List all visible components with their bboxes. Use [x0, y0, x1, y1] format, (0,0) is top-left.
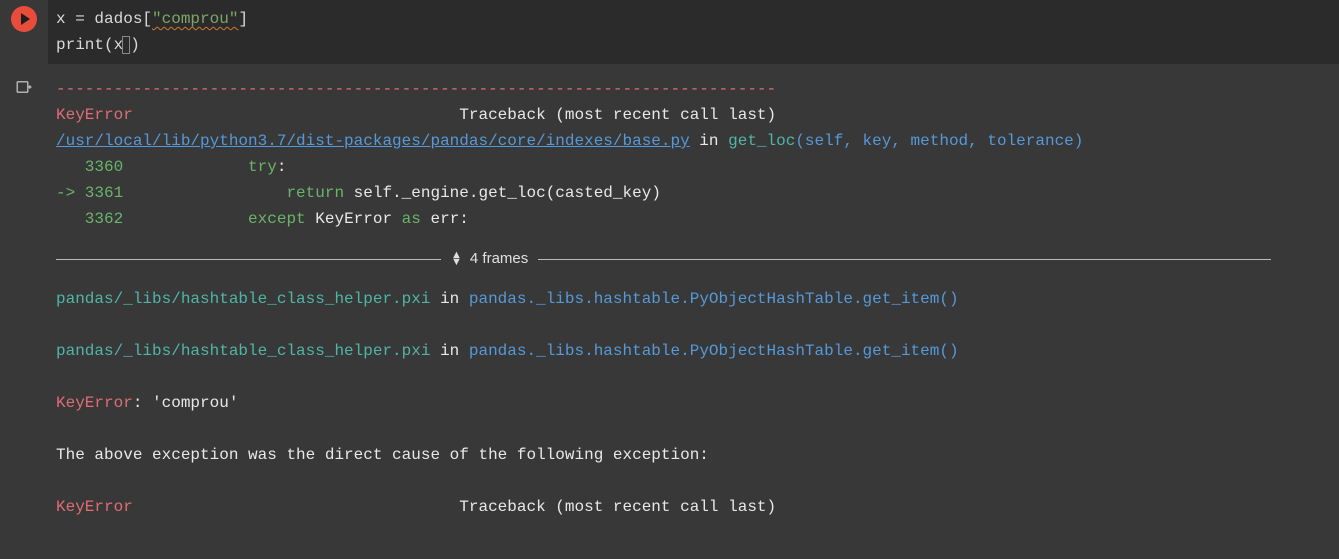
frames-label-group[interactable]: ▲▼ 4 frames: [441, 246, 538, 272]
error-name: KeyError: [56, 394, 133, 412]
output-area: ----------------------------------------…: [48, 76, 1339, 528]
clear-output-icon[interactable]: [15, 78, 33, 528]
run-button[interactable]: [11, 6, 37, 32]
call-name: pandas._libs.hashtable.PyObjectHashTable…: [469, 342, 959, 360]
function-name: get_loc: [728, 132, 795, 150]
code-cell: x = dados["comprou"] print(x): [0, 0, 1339, 64]
error-message: : 'comprou': [133, 394, 239, 412]
output-gutter: [0, 76, 48, 528]
function-sig: (self, key, method, tolerance): [795, 132, 1083, 150]
source-link[interactable]: /usr/local/lib/python3.7/dist-packages/p…: [56, 132, 690, 150]
indent: [123, 158, 248, 176]
frames-count: 4 frames: [470, 246, 528, 272]
space: [306, 210, 316, 228]
spacer: [133, 106, 459, 124]
code-text: self._engine.get_loc(casted_key): [344, 184, 661, 202]
call-name: pandas._libs.hashtable.PyObjectHashTable…: [469, 290, 959, 308]
line-number: 3360: [56, 158, 123, 176]
code-text: err:: [421, 210, 469, 228]
divider-line: [56, 259, 441, 260]
output-cell: ----------------------------------------…: [0, 76, 1339, 528]
keyword: try: [248, 158, 277, 176]
code-text: ]: [238, 10, 248, 28]
code-text: x = dados[: [56, 10, 152, 28]
traceback-divider: ----------------------------------------…: [56, 80, 776, 98]
source-path: pandas/_libs/hashtable_class_helper.pxi: [56, 290, 430, 308]
indent: [123, 184, 286, 202]
code-paren: ): [130, 36, 140, 54]
frames-toggle[interactable]: ▲▼ 4 frames: [56, 246, 1331, 272]
error-name: KeyError: [56, 498, 133, 516]
keyword: except: [248, 210, 306, 228]
text: in: [430, 342, 468, 360]
indent: [123, 210, 248, 228]
spacer: [133, 498, 459, 516]
divider-line: [538, 259, 1271, 260]
traceback-label: Traceback (most recent call last): [459, 106, 776, 124]
line-number: 3362: [56, 210, 123, 228]
keyword: as: [392, 210, 421, 228]
source-path: pandas/_libs/hashtable_class_helper.pxi: [56, 342, 430, 360]
code-editor[interactable]: x = dados["comprou"] print(x): [48, 0, 1339, 64]
cell-gutter: [0, 0, 48, 64]
error-name: KeyError: [56, 106, 133, 124]
expand-collapse-icon: ▲▼: [451, 252, 462, 266]
exception-type: KeyError: [315, 210, 392, 228]
line-number-current: -> 3361: [56, 184, 123, 202]
text: in: [690, 132, 728, 150]
code-fn: print: [56, 36, 104, 54]
text: in: [430, 290, 468, 308]
cause-text: The above exception was the direct cause…: [56, 446, 709, 464]
text: :: [277, 158, 287, 176]
code-string: "comprou": [152, 10, 238, 28]
play-icon: [21, 13, 30, 25]
keyword: return: [286, 184, 344, 202]
traceback-label: Traceback (most recent call last): [459, 498, 776, 516]
code-paren: (: [104, 36, 114, 54]
